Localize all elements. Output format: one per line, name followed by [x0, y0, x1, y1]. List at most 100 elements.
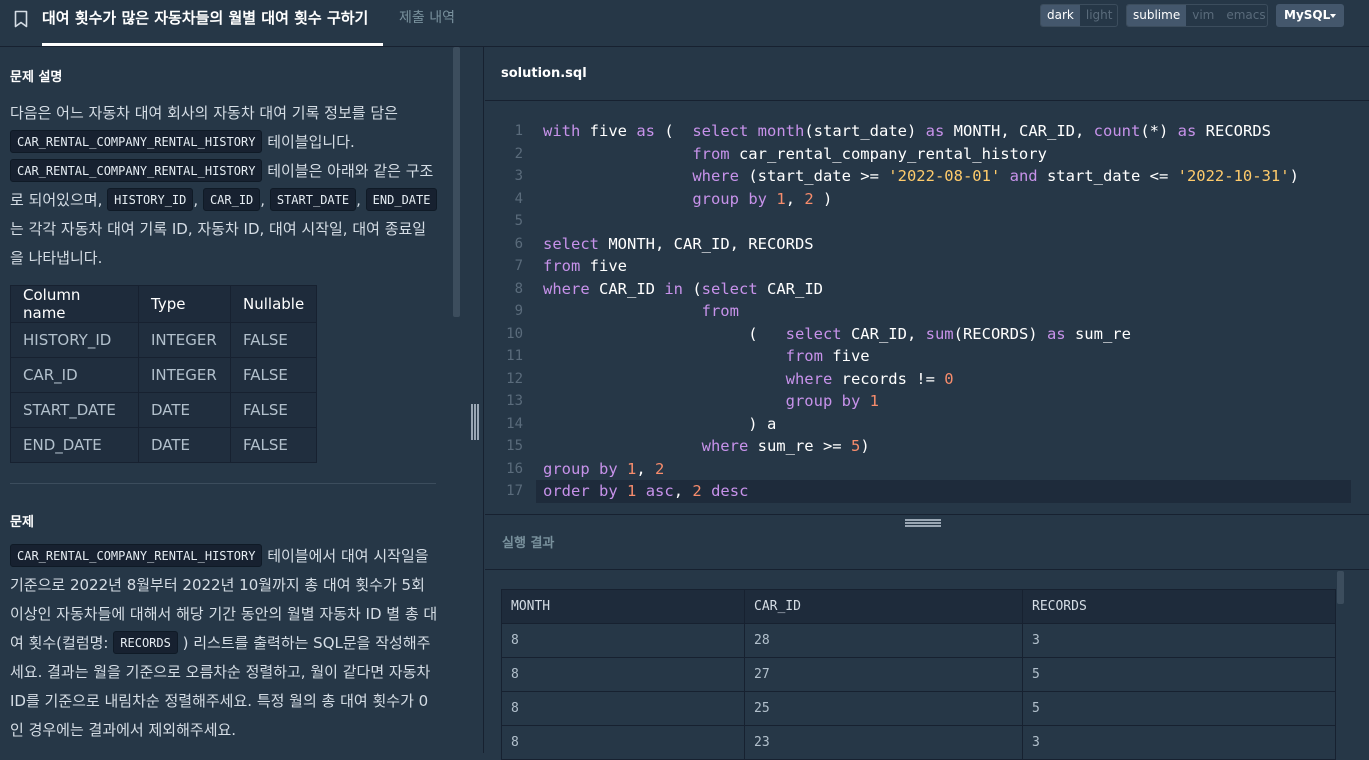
keymap-emacs-option[interactable]: emacs: [1220, 5, 1267, 26]
schema-cell: INTEGER: [138, 322, 231, 358]
code-text[interactable]: from five: [543, 345, 870, 368]
tab-problem[interactable]: 대여 횟수가 많은 자동차들의 월별 대여 횟수 구하기: [42, 0, 368, 47]
caret-down-icon: [1330, 14, 1336, 18]
tab-submissions[interactable]: 제출 내역: [399, 0, 455, 47]
result-cell: 28: [744, 623, 1023, 658]
line-number: 5: [514, 213, 523, 229]
code-line[interactable]: 2 from car_rental_company_rental_history: [485, 143, 1369, 166]
code-line[interactable]: 1 with five as ( select month(start_date)…: [485, 120, 1369, 143]
grip-icon[interactable]: [905, 519, 941, 527]
line-number: 17: [506, 483, 523, 499]
result-cell: 23: [744, 725, 1023, 760]
code-editor[interactable]: 1 with five as ( select month(start_date)…: [485, 102, 1369, 514]
code-text[interactable]: ( select CAR_ID, sum(RECORDS) as sum_re: [543, 323, 1131, 346]
keymap-switch: sublime vim emacs: [1126, 4, 1268, 27]
result-header: MONTH: [501, 589, 745, 624]
theme-dark-option[interactable]: dark: [1041, 5, 1080, 26]
code-table-name: CAR_RENTAL_COMPANY_RENTAL_HISTORY: [10, 544, 263, 567]
result-cell: 25: [744, 691, 1023, 726]
desc-text: 테이블입니다.: [267, 133, 355, 151]
code-text[interactable]: from five: [543, 255, 627, 278]
active-tab-indicator: [42, 43, 383, 46]
code-line[interactable]: 16 group by 1, 2: [485, 458, 1369, 481]
code-line[interactable]: 14 ) a: [485, 413, 1369, 436]
line-number: 12: [506, 370, 523, 387]
code-text[interactable]: select MONTH, CAR_ID, RECORDS: [543, 233, 814, 256]
code-text[interactable]: where records != 0: [543, 368, 954, 391]
code-line[interactable]: 9 from: [485, 300, 1369, 323]
line-number: 3: [514, 168, 523, 184]
schema-row: HISTORY_ID INTEGER FALSE: [10, 322, 318, 358]
code-table-name: CAR_RENTAL_COMPANY_RENTAL_HISTORY: [10, 159, 263, 182]
code-line[interactable]: 10 ( select CAR_ID, sum(RECORDS) as sum_…: [485, 323, 1369, 346]
editor-filename: solution.sql: [501, 66, 587, 81]
result-divider: [485, 569, 1369, 570]
code-line[interactable]: 4 group by 1, 2 ): [485, 188, 1369, 211]
code-line[interactable]: 13 group by 1: [485, 390, 1369, 413]
problem-panel: 문제 설명 다음은 어느 자동차 대여 회사의 자동차 대여 기록 정보를 담은…: [0, 47, 462, 753]
code-text[interactable]: from car_rental_company_rental_history: [543, 143, 1047, 166]
result-resize-handle[interactable]: [485, 514, 1369, 531]
keymap-sublime-option[interactable]: sublime: [1127, 5, 1187, 26]
desc-text: 는 각각 자동차 대여 기록 ID, 자동차 ID, 대여 시작일, 대여 종료…: [10, 220, 427, 267]
panel-resize-handle[interactable]: [462, 47, 484, 753]
code-text[interactable]: where CAR_ID in (select CAR_ID: [543, 278, 823, 301]
grip-icon[interactable]: [471, 404, 479, 440]
line-number: 10: [506, 325, 523, 342]
result-scrollbar[interactable]: [1337, 571, 1344, 604]
code-text[interactable]: order by 1 asc, 2 desc: [543, 480, 748, 503]
code-text[interactable]: group by 1, 2 ): [543, 188, 832, 211]
code-text[interactable]: with five as ( select month(start_date) …: [543, 120, 1271, 143]
top-bar: 대여 횟수가 많은 자동차들의 월별 대여 횟수 구하기 제출 내역 dark …: [0, 0, 1369, 47]
schema-row: START_DATE DATE FALSE: [10, 392, 318, 428]
code-table-name: CAR_RENTAL_COMPANY_RENTAL_HISTORY: [10, 130, 263, 153]
code-line[interactable]: 7 from five: [485, 255, 1369, 278]
schema-header: Nullable: [229, 285, 318, 323]
code-text[interactable]: ) a: [543, 413, 776, 436]
schema-header: Column name: [10, 285, 139, 323]
code-line[interactable]: 11 from five: [485, 345, 1369, 368]
schema-row: CAR_ID INTEGER FALSE: [10, 357, 318, 393]
desc-text: ,: [260, 191, 266, 209]
theme-switch: dark light: [1040, 4, 1118, 27]
code-line[interactable]: 6 select MONTH, CAR_ID, RECORDS: [485, 233, 1369, 256]
problem-description-title: 문제 설명: [10, 70, 63, 85]
schema-cell: DATE: [138, 427, 231, 463]
schema-cell: FALSE: [229, 427, 318, 463]
desc-text: ,: [356, 191, 361, 209]
language-dropdown[interactable]: MySQL: [1276, 4, 1344, 27]
schema-table: Column name Type Nullable HISTORY_ID INT…: [10, 285, 318, 463]
line-number: 11: [506, 348, 523, 364]
code-text[interactable]: where sum_re >= 5): [543, 435, 870, 458]
question-title: 문제: [10, 515, 34, 530]
code-start-date: START_DATE: [269, 188, 357, 211]
code-line[interactable]: 15 where sum_re >= 5): [485, 435, 1369, 458]
line-number: 4: [514, 190, 523, 207]
result-cell: 8: [501, 725, 745, 760]
section-divider: [10, 483, 436, 484]
result-cell: 5: [1022, 657, 1336, 692]
code-line[interactable]: 8 where CAR_ID in (select CAR_ID: [485, 278, 1369, 301]
result-header-row: MONTH CAR_ID RECORDS: [501, 589, 1336, 624]
schema-row: END_DATE DATE FALSE: [10, 427, 318, 463]
line-number: 6: [514, 235, 523, 252]
code-line[interactable]: 17 order by 1 asc, 2 desc: [506, 480, 1351, 503]
bookmark-icon[interactable]: [14, 10, 28, 28]
code-text[interactable]: where (start_date >= '2022-08-01' and st…: [543, 165, 1299, 188]
schema-cell: FALSE: [229, 392, 318, 428]
code-line[interactable]: 12 where records != 0: [485, 368, 1369, 391]
editor-header: solution.sql: [485, 47, 1369, 101]
problem-scrollbar[interactable]: [453, 47, 460, 317]
theme-light-option[interactable]: light: [1080, 5, 1117, 26]
keymap-vim-option[interactable]: vim: [1186, 5, 1220, 26]
schema-cell: START_DATE: [10, 392, 139, 428]
code-text[interactable]: group by 1: [543, 390, 879, 413]
code-text[interactable]: from: [543, 300, 739, 323]
result-row: 8 28 3: [501, 623, 1336, 658]
code-text[interactable]: group by 1, 2: [543, 458, 664, 481]
problem-description: 다음은 어느 자동차 대여 회사의 자동차 대여 기록 정보를 담은 CAR_R…: [10, 99, 438, 273]
line-number: 14: [506, 415, 523, 432]
code-line[interactable]: 3 where (start_date >= '2022-08-01' and …: [485, 165, 1369, 188]
code-records: RECORDS: [113, 631, 178, 654]
code-line[interactable]: 5: [485, 210, 1369, 233]
